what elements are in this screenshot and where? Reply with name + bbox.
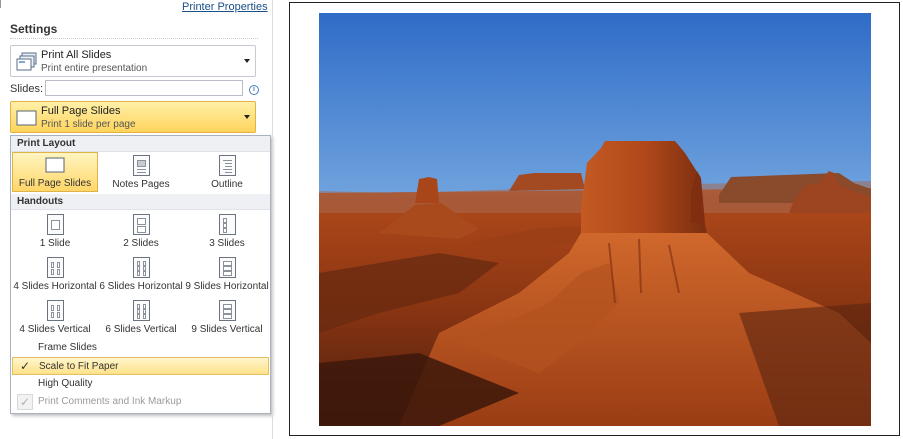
print-layout-menu: Print Layout Full Page Slides Notes Page… bbox=[10, 135, 271, 414]
option-label: Scale to Fit Paper bbox=[39, 361, 119, 372]
option-label: Print Comments and Ink Markup bbox=[38, 396, 182, 407]
print-layout-header: Print Layout bbox=[11, 136, 270, 152]
handout-4-slides-vertical[interactable]: 4 Slides Vertical bbox=[12, 297, 98, 337]
panel-edge-mark bbox=[0, 0, 5, 8]
tile-label: Full Page Slides bbox=[18, 178, 92, 189]
slides-stack-icon bbox=[16, 52, 38, 75]
handout-1-slide[interactable]: 1 Slide bbox=[12, 211, 98, 251]
handout-4-horizontal-icon bbox=[46, 257, 64, 278]
option-frame-slides[interactable]: Frame Slides bbox=[12, 339, 269, 357]
layout-outline[interactable]: Outline bbox=[184, 152, 270, 192]
chevron-down-icon bbox=[244, 115, 250, 119]
tile-label: Notes Pages bbox=[112, 179, 170, 190]
handouts-header: Handouts bbox=[11, 194, 270, 210]
handout-9-vertical-icon bbox=[218, 300, 236, 321]
print-layout-title: Full Page Slides bbox=[41, 105, 121, 117]
slide-photo bbox=[319, 13, 871, 426]
handout-2-slides[interactable]: 2 Slides bbox=[98, 211, 184, 251]
print-range-subtitle: Print entire presentation bbox=[41, 63, 148, 74]
print-preview-page bbox=[289, 2, 900, 436]
tile-label: 9 Slides Vertical bbox=[191, 324, 263, 335]
handout-6-slides-vertical[interactable]: 6 Slides Vertical bbox=[98, 297, 184, 337]
option-print-comments: ✓ Print Comments and Ink Markup bbox=[12, 393, 269, 411]
option-scale-to-fit-paper[interactable]: ✓ Scale to Fit Paper bbox=[12, 357, 269, 375]
notes-pages-icon bbox=[132, 155, 150, 176]
handout-3-slides-icon bbox=[218, 214, 236, 235]
chevron-down-icon bbox=[244, 59, 250, 63]
print-range-title: Print All Slides bbox=[41, 49, 112, 61]
tile-label: 4 Slides Vertical bbox=[19, 324, 91, 335]
settings-heading: Settings bbox=[10, 22, 58, 36]
handout-9-slides-vertical[interactable]: 9 Slides Vertical bbox=[184, 297, 270, 337]
option-high-quality[interactable]: High Quality bbox=[12, 375, 269, 393]
tile-label: 9 Slides Horizontal bbox=[185, 281, 269, 292]
layout-notes-pages[interactable]: Notes Pages bbox=[98, 152, 184, 192]
tile-label: 6 Slides Horizontal bbox=[99, 281, 183, 292]
full-page-slides-icon bbox=[13, 156, 97, 177]
tile-label: 4 Slides Horizontal bbox=[13, 281, 97, 292]
handout-6-vertical-icon bbox=[132, 300, 150, 321]
printer-properties-link[interactable]: Printer Properties bbox=[182, 1, 268, 13]
handout-1-slide-icon bbox=[46, 214, 64, 235]
layout-full-page-slides[interactable]: Full Page Slides bbox=[12, 152, 98, 192]
tile-label: 6 Slides Vertical bbox=[105, 324, 177, 335]
outline-icon bbox=[218, 155, 236, 176]
handout-9-slides-horizontal[interactable]: 9 Slides Horizontal bbox=[184, 254, 270, 294]
print-range-dropdown[interactable]: Print All Slides Print entire presentati… bbox=[10, 45, 256, 77]
tile-label: Outline bbox=[211, 179, 243, 190]
handout-3-slides[interactable]: 3 Slides bbox=[184, 211, 270, 251]
option-label: Frame Slides bbox=[38, 342, 97, 353]
handout-4-slides-horizontal[interactable]: 4 Slides Horizontal bbox=[12, 254, 98, 294]
tile-label: 3 Slides bbox=[209, 238, 245, 249]
print-settings-panel: Printer Properties Settings Print All Sl… bbox=[0, 0, 271, 439]
option-label: High Quality bbox=[38, 378, 93, 389]
handout-6-slides-horizontal[interactable]: 6 Slides Horizontal bbox=[98, 254, 184, 294]
slides-input[interactable] bbox=[45, 80, 243, 96]
handout-9-horizontal-icon bbox=[218, 257, 236, 278]
handout-4-vertical-icon bbox=[46, 300, 64, 321]
print-layout-dropdown[interactable]: Full Page Slides Print 1 slide per page bbox=[10, 101, 256, 133]
tile-label: 2 Slides bbox=[123, 238, 159, 249]
full-page-slide-icon bbox=[16, 108, 38, 131]
tile-label: 1 Slide bbox=[39, 238, 71, 249]
handout-6-horizontal-icon bbox=[132, 257, 150, 278]
print-layout-subtitle: Print 1 slide per page bbox=[41, 119, 136, 130]
panel-divider bbox=[272, 0, 273, 439]
handout-2-slides-icon bbox=[132, 214, 150, 235]
info-icon[interactable]: i bbox=[249, 85, 259, 95]
settings-divider bbox=[10, 38, 258, 39]
slides-label: Slides: bbox=[10, 83, 44, 95]
checkmark-icon: ✓ bbox=[19, 359, 31, 373]
checkmark-icon: ✓ bbox=[17, 394, 33, 410]
